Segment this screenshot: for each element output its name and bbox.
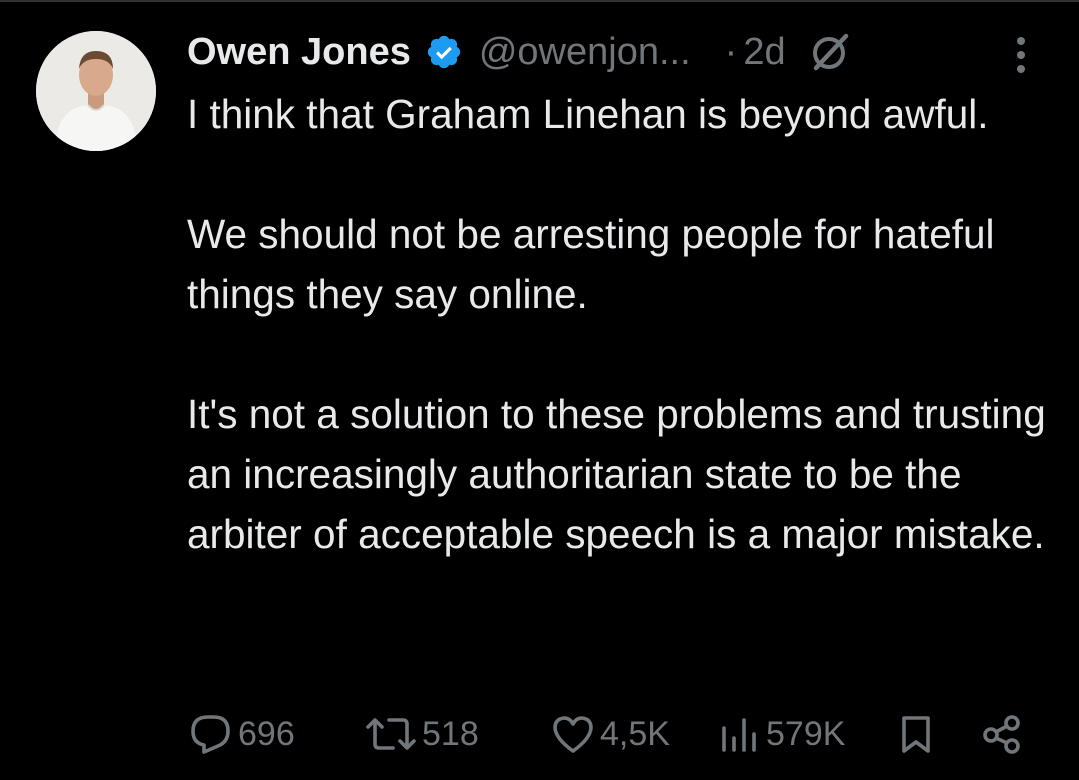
more-icon[interactable] [1004,34,1038,76]
tweet-paragraph: I think that Graham Linehan is beyond aw… [187,91,989,137]
like-button[interactable]: 4,5K [550,708,670,760]
author-name[interactable]: Owen Jones [187,31,411,74]
tweet-text: I think that Graham Linehan is beyond aw… [187,84,1057,564]
views-button[interactable]: 579K [718,708,845,760]
repost-icon [364,712,418,756]
views-icon [718,712,762,756]
reply-icon [188,712,234,756]
share-icon [978,712,1024,756]
grok-icon[interactable] [808,30,852,74]
top-divider [0,0,1079,2]
bookmark-button[interactable] [896,708,936,760]
views-count: 579K [766,714,846,753]
tweet-paragraph: It's not a solution to these problems an… [187,391,1046,557]
author-handle[interactable]: @owenjon... [479,31,691,74]
bookmark-icon [896,712,936,756]
timestamp[interactable]: 2d [743,31,785,74]
reply-button[interactable]: 696 [188,708,295,760]
avatar[interactable] [36,31,156,151]
tweet-paragraph: We should not be arresting people for ha… [187,211,995,317]
action-bar: 696 518 4,5K 579K [188,708,1038,760]
like-count: 4,5K [600,714,670,753]
repost-count: 518 [422,714,479,753]
repost-button[interactable]: 518 [364,708,479,760]
avatar-photo [36,31,156,151]
verified-badge-icon[interactable] [425,33,463,71]
tweet-header: Owen Jones @owenjon... · 2d [187,26,852,78]
share-button[interactable] [978,708,1024,760]
like-icon [550,712,596,756]
reply-count: 696 [238,714,295,753]
time-separator: · [724,30,738,73]
